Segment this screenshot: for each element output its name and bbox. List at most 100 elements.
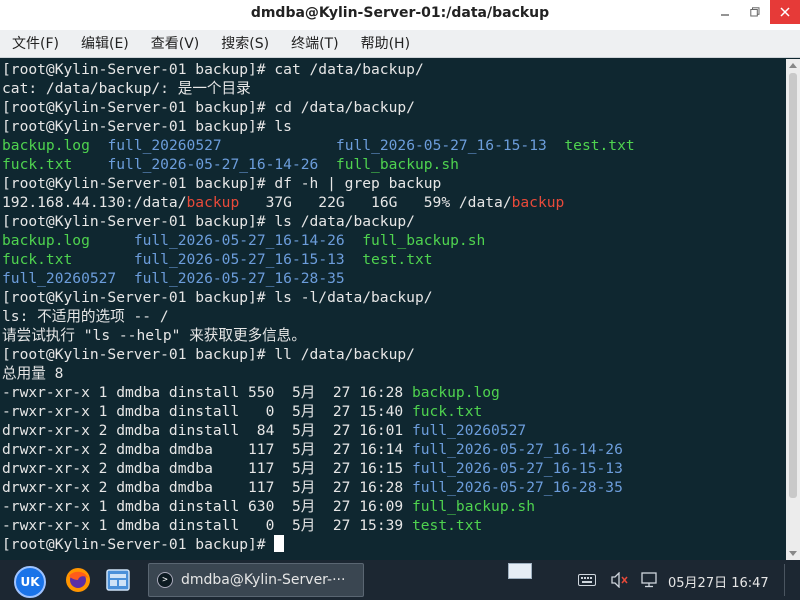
terminal-text-segment: fuck.txt [2, 156, 73, 173]
terminal-text-segment: full_2026-05-27_16-14-26 [133, 232, 345, 249]
terminal-line: [root@Kylin-Server-01 backup]# ll /data/… [2, 345, 786, 364]
network-icon [641, 572, 657, 588]
terminal-line: -rwxr-xr-x 1 dmdba dinstall 630 5月 27 16… [2, 497, 786, 516]
taskbar-separator [784, 564, 785, 596]
scrollbar-thumb[interactable] [789, 73, 797, 498]
terminal-line: [root@Kylin-Server-01 backup]# [2, 535, 786, 554]
volume-tray[interactable] [611, 571, 629, 589]
window-titlebar[interactable]: dmdba@Kylin-Server-01:/data/backup [0, 0, 800, 30]
terminal-line: ls: 不适用的选项 -- / [2, 307, 786, 326]
terminal-line: 总用量 8 [2, 364, 786, 383]
network-tray[interactable] [640, 571, 658, 589]
keyboard-icon [578, 574, 596, 586]
firefox-icon [66, 568, 90, 592]
terminal-text-segment: full_backup.sh [335, 156, 459, 173]
terminal-text-segment: drwxr-xr-x 2 dmdba dmdba 117 5月 27 16:15 [2, 460, 412, 477]
terminal-text-segment: full_backup.sh [411, 498, 535, 515]
keyboard-tray[interactable] [578, 571, 596, 589]
menubar: 文件(F) 编辑(E) 查看(V) 搜索(S) 终端(T) 帮助(H) [0, 30, 800, 58]
terminal-text-segment: test.txt [362, 251, 433, 268]
terminal-line: fuck.txt full_2026-05-27_16-15-13 test.t… [2, 250, 786, 269]
start-menu-button[interactable]: UK [14, 566, 46, 598]
terminal-text-segment: [root@Kylin-Server-01 backup]# cd /data/… [2, 99, 415, 116]
taskbar-clock[interactable]: 05月27日 16:47 [668, 572, 769, 591]
scroll-down-arrow-icon[interactable] [786, 548, 800, 560]
menu-edit[interactable]: 编辑(E) [70, 30, 140, 58]
terminal-icon: > [157, 572, 173, 588]
terminal-line: [root@Kylin-Server-01 backup]# ls [2, 117, 786, 136]
show-desktop-button[interactable] [508, 563, 532, 579]
taskbar-terminal-task[interactable]: > dmdba@Kylin-Server-··· [148, 563, 364, 597]
terminal-text-segment: backup.log [411, 384, 500, 401]
terminal-line: -rwxr-xr-x 1 dmdba dinstall 0 5月 27 15:3… [2, 516, 786, 535]
menu-terminal[interactable]: 终端(T) [280, 30, 349, 58]
terminal-text-segment: test.txt [564, 137, 635, 154]
terminal-text-segment: full_2026-05-27_16-15-13 [335, 137, 547, 154]
menu-help[interactable]: 帮助(H) [350, 30, 421, 58]
firefox-launcher[interactable] [64, 566, 92, 594]
menu-file[interactable]: 文件(F) [0, 30, 70, 58]
terminal-line: drwxr-xr-x 2 dmdba dmdba 117 5月 27 16:28… [2, 478, 786, 497]
terminal-text-segment: ls: 不适用的选项 -- / [2, 308, 169, 325]
terminal-text-segment: -rwxr-xr-x 1 dmdba dinstall 0 5月 27 15:4… [2, 403, 412, 420]
terminal-text-segment: [root@Kylin-Server-01 backup]# ls [2, 118, 292, 135]
terminal-text-segment: [root@Kylin-Server-01 backup]# cat /data… [2, 61, 424, 78]
menu-view[interactable]: 查看(V) [140, 30, 211, 58]
terminal-text-segment: drwxr-xr-x 2 dmdba dmdba 117 5月 27 16:14 [2, 441, 412, 458]
file-manager-launcher[interactable] [104, 566, 132, 594]
terminal-text-segment: [root@Kylin-Server-01 backup]# ll /data/… [2, 346, 415, 363]
terminal-text-segment: [root@Kylin-Server-01 backup]# ls -l/dat… [2, 289, 433, 306]
terminal-text-segment: test.txt [411, 517, 483, 534]
terminal-cursor [274, 535, 285, 552]
terminal-line: drwxr-xr-x 2 dmdba dinstall 84 5月 27 16:… [2, 421, 786, 440]
window-title: dmdba@Kylin-Server-01:/data/backup [250, 5, 550, 21]
minimize-icon [721, 14, 729, 16]
terminal-text-segment: full_20260527 [107, 137, 222, 154]
terminal-text-segment: 总用量 8 [2, 365, 64, 382]
terminal-text-segment: [root@Kylin-Server-01 backup]# df -h | g… [2, 175, 442, 192]
maximize-button[interactable] [740, 0, 770, 24]
terminal-text-segment: [root@Kylin-Server-01 backup]# ls /data/… [2, 213, 415, 230]
terminal-text-segment: full_2026-05-27_16-14-26 [107, 156, 319, 173]
terminal-text-segment: drwxr-xr-x 2 dmdba dinstall 84 5月 27 16:… [2, 422, 412, 439]
terminal-text-segment: full_20260527 [2, 270, 117, 287]
terminal-text-segment: backup.log [2, 137, 90, 154]
taskbar-task-title: dmdba@Kylin-Server-··· [181, 572, 346, 588]
terminal-text-segment: full_2026-05-27_16-15-13 [411, 460, 623, 477]
terminal-text-segment: -rwxr-xr-x 1 dmdba dinstall 630 5月 27 16… [2, 498, 412, 515]
terminal-text-segment: -rwxr-xr-x 1 dmdba dinstall 550 5月 27 16… [2, 384, 412, 401]
scroll-up-arrow-icon[interactable] [786, 59, 800, 71]
terminal-text-segment: fuck.txt [2, 251, 73, 268]
terminal-line: [root@Kylin-Server-01 backup]# ls -l/dat… [2, 288, 786, 307]
terminal-text-segment: fuck.txt [411, 403, 483, 420]
terminal-line: -rwxr-xr-x 1 dmdba dinstall 0 5月 27 15:4… [2, 402, 786, 421]
close-button[interactable] [770, 0, 800, 24]
terminal-text-segment: 请尝试执行 "ls --help" 来获取更多信息。 [2, 327, 306, 344]
terminal-line: -rwxr-xr-x 1 dmdba dinstall 550 5月 27 16… [2, 383, 786, 402]
terminal-scrollbar[interactable] [786, 59, 800, 560]
terminal-text-segment: 37G 22G 16G 59% /data/ [239, 194, 512, 211]
volume-muted-icon [611, 572, 628, 588]
window-controls [710, 0, 800, 24]
terminal-line: backup.log full_20260527 full_2026-05-27… [2, 136, 786, 155]
terminal-output[interactable]: [root@Kylin-Server-01 backup]# cat /data… [0, 59, 786, 560]
terminal-line: fuck.txt full_2026-05-27_16-14-26 full_b… [2, 155, 786, 174]
terminal-text-segment: drwxr-xr-x 2 dmdba dmdba 117 5月 27 16:28 [2, 479, 412, 496]
terminal-text-segment: full_backup.sh [362, 232, 486, 249]
terminal-text-segment: -rwxr-xr-x 1 dmdba dinstall 0 5月 27 15:3… [2, 517, 412, 534]
minimize-button[interactable] [710, 0, 740, 24]
terminal-text-segment: backup [186, 194, 240, 211]
terminal-text-segment: full_2026-05-27_16-28-35 [133, 270, 345, 287]
maximize-icon [750, 7, 760, 17]
terminal-line: 请尝试执行 "ls --help" 来获取更多信息。 [2, 326, 786, 345]
menu-search[interactable]: 搜索(S) [210, 30, 280, 58]
terminal-text-segment: full_20260527 [411, 422, 527, 439]
